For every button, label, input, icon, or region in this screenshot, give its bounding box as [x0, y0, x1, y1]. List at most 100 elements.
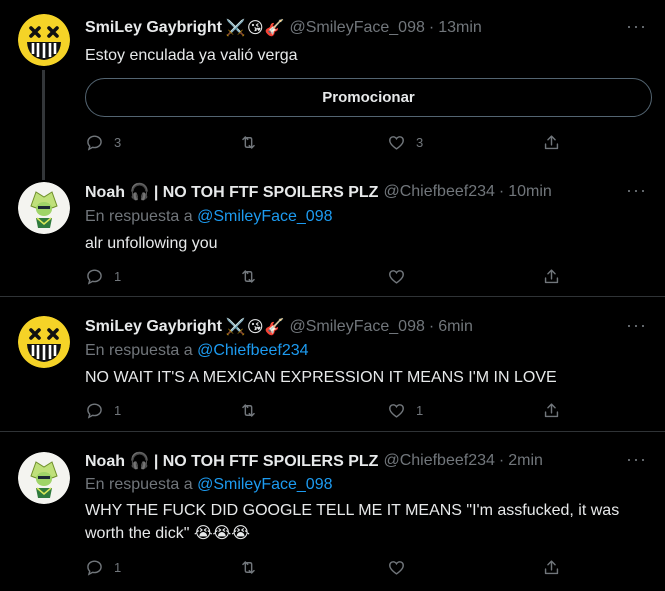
- tweet-actions: 1 1: [85, 401, 565, 423]
- mention-link[interactable]: @SmileyFace_098: [197, 208, 332, 225]
- emoji: ⚔️: [225, 20, 246, 37]
- reply-count: 3: [114, 135, 122, 150]
- avatar[interactable]: [18, 182, 70, 234]
- handle[interactable]: @SmileyFace_098: [289, 318, 424, 336]
- reply-count: 1: [114, 560, 122, 575]
- retweet-icon: [239, 133, 258, 152]
- retweet-icon: [239, 267, 258, 286]
- smiley-avatar-icon: [18, 316, 70, 368]
- tweet-header: Noah 🎧 | NO TOH FTF SPOILERS PLZ @Chiefb…: [85, 449, 543, 473]
- reply-button[interactable]: 1: [85, 401, 121, 420]
- emoji: 😘: [246, 319, 264, 336]
- like-icon: [387, 133, 406, 152]
- share-button[interactable]: [542, 133, 561, 152]
- like-button[interactable]: 1: [387, 401, 423, 420]
- reply-icon: [85, 401, 104, 420]
- more-horizontal-icon[interactable]: ···: [626, 315, 647, 335]
- display-name[interactable]: Noah 🎧 | NO TOH FTF SPOILERS PLZ: [85, 182, 378, 202]
- like-count: 3: [416, 135, 424, 150]
- tweet[interactable]: SmiLey Gaybright ⚔️ 😘 🎸 @SmileyFace_098 · …: [0, 297, 665, 431]
- more-horizontal-icon[interactable]: ···: [626, 449, 647, 469]
- share-button[interactable]: [542, 267, 561, 286]
- handle[interactable]: @Chiefbeef234: [383, 452, 494, 470]
- reply-icon: [85, 267, 104, 286]
- more-horizontal-icon[interactable]: ···: [626, 16, 647, 36]
- display-name[interactable]: SmiLey Gaybright: [85, 318, 222, 336]
- reply-icon: [85, 133, 104, 152]
- tweet[interactable]: Noah 🎧 | NO TOH FTF SPOILERS PLZ @Chiefb…: [0, 162, 665, 296]
- timestamp[interactable]: 10min: [508, 183, 552, 201]
- emoji: 🎸: [264, 319, 285, 336]
- like-icon: [387, 267, 406, 286]
- share-button[interactable]: [542, 558, 561, 577]
- mention-link[interactable]: @Chiefbeef234: [197, 342, 308, 359]
- reply-prefix: En respuesta a: [85, 208, 193, 225]
- smiley-avatar-icon: [18, 14, 70, 66]
- retweet-icon: [239, 401, 258, 420]
- tweet-text: WHY THE FUCK DID GOOGLE TELL ME IT MEANS…: [85, 502, 620, 542]
- separator-dot: ·: [428, 19, 435, 36]
- emoji: 😘: [246, 20, 264, 37]
- tweet[interactable]: Noah 🎧 | NO TOH FTF SPOILERS PLZ @Chiefb…: [0, 432, 665, 591]
- retweet-button[interactable]: [239, 267, 268, 286]
- like-button[interactable]: 3: [387, 133, 423, 152]
- reply-button[interactable]: 1: [85, 558, 121, 577]
- more-horizontal-icon[interactable]: ···: [626, 180, 647, 200]
- reply-context: En respuesta a @SmileyFace_098: [85, 476, 333, 494]
- reply-button[interactable]: 1: [85, 267, 121, 286]
- tweet-actions: 1: [85, 267, 565, 289]
- retweet-button[interactable]: [239, 558, 268, 577]
- emoji: ⚔️: [225, 319, 246, 336]
- promote-button[interactable]: Promocionar: [85, 78, 652, 117]
- peridot-avatar-icon: [18, 182, 70, 234]
- retweet-button[interactable]: [239, 401, 268, 420]
- like-count: 1: [416, 403, 424, 418]
- reply-prefix: En respuesta a: [85, 476, 193, 493]
- mention-link[interactable]: @SmileyFace_098: [197, 476, 332, 493]
- reply-prefix: En respuesta a: [85, 342, 193, 359]
- like-icon: [387, 401, 406, 420]
- name-emojis: ⚔️ 😘 🎸: [226, 317, 285, 337]
- tweet-text: Estoy enculada ya valió verga: [85, 47, 298, 64]
- avatar[interactable]: [18, 316, 70, 368]
- tweet[interactable]: SmiLey Gaybright ⚔️ 😘 🎸 @SmileyFace_098 · …: [0, 0, 665, 180]
- emoji: 🎸: [264, 20, 285, 37]
- like-icon: [387, 558, 406, 577]
- avatar[interactable]: [18, 14, 70, 66]
- share-icon: [542, 558, 561, 577]
- like-button[interactable]: [387, 267, 416, 286]
- name-emojis: ⚔️ 😘 🎸: [226, 18, 285, 38]
- tweet-header: SmiLey Gaybright ⚔️ 😘 🎸 @SmileyFace_098 · …: [85, 16, 482, 40]
- share-icon: [542, 133, 561, 152]
- share-icon: [542, 267, 561, 286]
- peridot-avatar-icon: [18, 452, 70, 504]
- handle[interactable]: @Chiefbeef234: [383, 183, 494, 201]
- display-name[interactable]: SmiLey Gaybright: [85, 19, 222, 37]
- avatar[interactable]: [18, 452, 70, 504]
- tweet-header: SmiLey Gaybright ⚔️ 😘 🎸 @SmileyFace_098 · …: [85, 315, 473, 339]
- reply-context: En respuesta a @SmileyFace_098: [85, 208, 333, 226]
- tweet-text: NO WAIT IT'S A MEXICAN EXPRESSION IT MEA…: [85, 369, 557, 386]
- timestamp[interactable]: 2min: [508, 452, 543, 470]
- reply-count: 1: [114, 403, 122, 418]
- timestamp[interactable]: 6min: [438, 318, 473, 336]
- tweet-actions: 1: [85, 558, 565, 580]
- display-name[interactable]: Noah 🎧 | NO TOH FTF SPOILERS PLZ: [85, 451, 378, 471]
- retweet-icon: [239, 558, 258, 577]
- share-icon: [542, 401, 561, 420]
- reply-icon: [85, 558, 104, 577]
- reply-count: 1: [114, 269, 122, 284]
- reply-button[interactable]: 3: [85, 133, 121, 152]
- retweet-button[interactable]: [239, 133, 268, 152]
- reply-context: En respuesta a @Chiefbeef234: [85, 342, 309, 360]
- handle[interactable]: @SmileyFace_098: [289, 19, 424, 37]
- like-button[interactable]: [387, 558, 416, 577]
- timestamp[interactable]: 13min: [438, 19, 482, 37]
- separator-dot: ·: [498, 183, 505, 200]
- share-button[interactable]: [542, 401, 561, 420]
- separator-dot: ·: [498, 452, 505, 469]
- tweet-header: Noah 🎧 | NO TOH FTF SPOILERS PLZ @Chiefb…: [85, 180, 552, 204]
- separator-dot: ·: [428, 318, 435, 335]
- tweet-text: alr unfollowing you: [85, 235, 218, 252]
- tweet-actions: 3 3: [85, 133, 565, 155]
